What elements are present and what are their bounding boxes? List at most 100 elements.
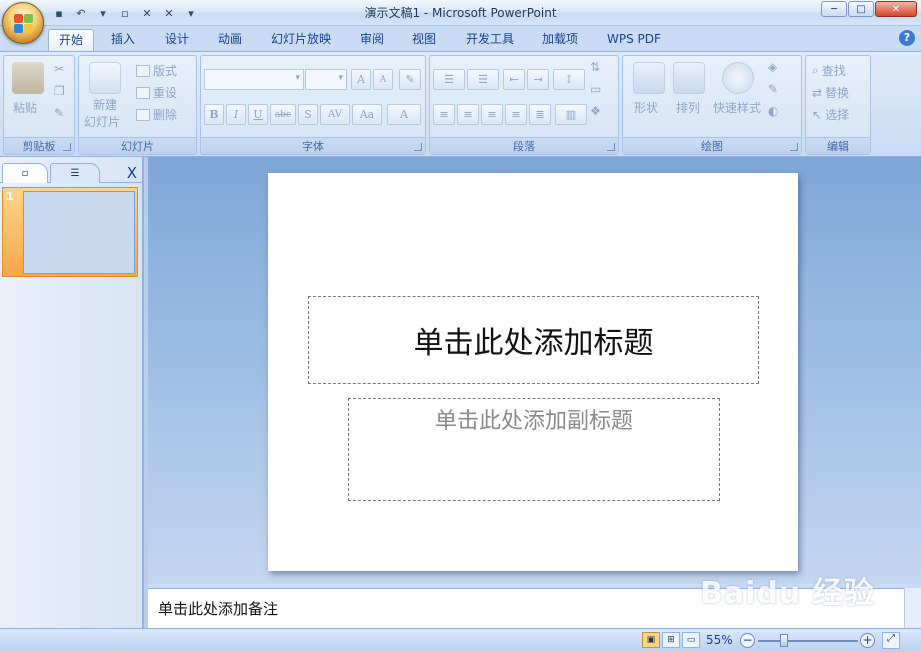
tab-wps-pdf[interactable]: WPS PDF <box>597 29 671 51</box>
new-slide-label-1[interactable]: 新建 <box>93 96 117 113</box>
align-center-icon[interactable]: ≡ <box>457 104 479 125</box>
baidu-watermark: Baidu 经验 jingyan.baidu.com <box>700 560 910 620</box>
bullets-icon[interactable]: ☰ <box>433 69 465 90</box>
find-icon: ⌕ <box>812 63 819 77</box>
distribute-icon[interactable]: ≣ <box>529 104 551 125</box>
bold-button[interactable]: B <box>204 104 224 125</box>
find-label: 查找 <box>821 64 846 78</box>
tab-design[interactable]: 设计 <box>155 29 199 51</box>
subtitle-placeholder[interactable]: 单击此处添加副标题 <box>348 398 720 501</box>
select-label: 选择 <box>825 108 850 122</box>
slide-editing-area: 单击此处添加标题 单击此处添加副标题 <box>148 157 921 584</box>
cut-icon[interactable]: ✂ <box>54 62 64 76</box>
shapes-button[interactable]: 形状 <box>634 99 658 116</box>
clear-format-icon[interactable]: ✎ <box>399 69 421 90</box>
quick-styles-button[interactable]: 快速样式 <box>713 99 761 116</box>
group-label-editing: 编辑 <box>806 137 870 154</box>
grow-font-button[interactable]: A <box>351 69 371 90</box>
slide-thumbnail-selected[interactable]: 1 <box>2 187 138 277</box>
replace-label: 替换 <box>825 86 850 100</box>
italic-button[interactable]: I <box>226 104 246 125</box>
select-button[interactable]: ↖ 选择 <box>812 106 849 123</box>
reset-button[interactable]: 重设 <box>136 84 177 101</box>
close-button[interactable]: ✕ <box>875 1 917 17</box>
reset-label: 重设 <box>153 86 178 100</box>
align-left-icon[interactable]: ≡ <box>433 104 455 125</box>
justify-icon[interactable]: ≡ <box>505 104 527 125</box>
fit-to-window-icon[interactable]: ⤢ <box>882 632 900 649</box>
shape-fill-icon[interactable]: ◈ <box>768 60 777 74</box>
increase-indent-icon[interactable]: ⇥ <box>527 69 549 90</box>
group-font: A A ✎ B I U abc S AV Aa A 字体 <box>200 55 426 155</box>
tab-insert[interactable]: 插入 <box>101 29 145 51</box>
reset-icon <box>136 86 150 99</box>
office-button[interactable] <box>2 2 44 44</box>
align-text-icon[interactable]: ▭ <box>590 82 601 96</box>
underline-button[interactable]: U <box>248 104 268 125</box>
close-panel-button[interactable]: X <box>127 164 137 182</box>
numbering-icon[interactable]: ☰ <box>467 69 499 90</box>
zoom-out-icon[interactable]: − <box>740 633 755 648</box>
font-name-select[interactable] <box>204 69 304 90</box>
paste-button[interactable]: 粘贴 <box>13 99 37 116</box>
find-button[interactable]: ⌕ 查找 <box>812 62 846 79</box>
shape-effects-icon[interactable]: ◐ <box>768 104 778 118</box>
new-slide-label-2[interactable]: 幻灯片 <box>84 113 120 130</box>
tab-view[interactable]: 视图 <box>402 29 446 51</box>
slides-tab[interactable]: ▫ <box>2 163 48 183</box>
char-spacing-button[interactable]: AV <box>320 104 350 125</box>
zoom-level[interactable]: 55% <box>706 633 733 647</box>
tab-animation[interactable]: 动画 <box>208 29 252 51</box>
paragraph-launcher-icon[interactable] <box>607 143 615 151</box>
line-spacing-icon[interactable]: ↕ <box>553 69 585 90</box>
font-launcher-icon[interactable] <box>414 143 422 151</box>
text-direction-icon[interactable]: ⇅ <box>590 60 600 74</box>
shape-outline-icon[interactable]: ✎ <box>768 82 778 96</box>
delete-button[interactable]: 删除 <box>136 106 177 123</box>
font-color-button[interactable]: A <box>387 104 421 125</box>
shrink-font-button[interactable]: A <box>373 69 393 90</box>
arrange-button[interactable]: 排列 <box>676 99 700 116</box>
tab-addins[interactable]: 加载项 <box>532 29 588 51</box>
strikethrough-button[interactable]: abc <box>270 104 296 125</box>
title-placeholder[interactable]: 单击此处添加标题 <box>308 296 759 384</box>
zoom-slider[interactable] <box>758 640 858 642</box>
zoom-slider-thumb[interactable] <box>780 634 788 647</box>
arrange-icon <box>673 62 705 94</box>
new-slide-icon <box>89 62 121 94</box>
replace-button[interactable]: ⇄ 替换 <box>812 84 849 101</box>
normal-view-icon[interactable]: ▣ <box>642 632 660 648</box>
tab-slideshow[interactable]: 幻灯片放映 <box>261 29 341 51</box>
copy-icon[interactable]: ❐ <box>54 84 65 98</box>
zoom-in-icon[interactable]: + <box>860 633 875 648</box>
clipboard-launcher-icon[interactable] <box>63 143 71 151</box>
replace-icon: ⇄ <box>812 85 823 100</box>
align-right-icon[interactable]: ≡ <box>481 104 503 125</box>
layout-label: 版式 <box>153 64 178 78</box>
maximize-button[interactable]: □ <box>848 1 874 17</box>
decrease-indent-icon[interactable]: ⇤ <box>503 69 525 90</box>
slides-panel: ▫ ☰ X 1 <box>0 157 143 628</box>
outline-tab[interactable]: ☰ <box>50 163 100 183</box>
help-icon[interactable]: ? <box>899 30 915 46</box>
drawing-launcher-icon[interactable] <box>790 143 798 151</box>
tab-home[interactable]: 开始 <box>48 29 95 51</box>
layout-button[interactable]: 版式 <box>136 62 177 79</box>
minimize-button[interactable]: ─ <box>821 1 847 17</box>
columns-icon[interactable]: ▥ <box>555 104 587 125</box>
smartart-icon[interactable]: ❖ <box>590 104 601 118</box>
font-size-select[interactable] <box>305 69 347 90</box>
ribbon-tabs: 开始 插入 设计 动画 幻灯片放映 审阅 视图 开发工具 加载项 WPS PDF… <box>0 26 921 51</box>
slide-sorter-icon[interactable]: ⊞ <box>662 632 680 648</box>
group-paragraph: ☰ ☰ ⇤ ⇥ ↕ ⇅ ▭ ≡ ≡ ≡ ≡ ≣ ▥ ❖ 段落 <box>429 55 619 155</box>
watermark-url: jingyan.baidu.com <box>760 604 862 617</box>
shadow-button[interactable]: S <box>298 104 318 125</box>
status-bar: ▣ ⊞ ▭ 55% − + ⤢ <box>0 628 921 652</box>
slideshow-view-icon[interactable]: ▭ <box>682 632 700 648</box>
tab-review[interactable]: 审阅 <box>350 29 394 51</box>
change-case-button[interactable]: Aa <box>352 104 382 125</box>
group-editing: ⌕ 查找 ⇄ 替换 ↖ 选择 编辑 <box>805 55 871 155</box>
tab-developer[interactable]: 开发工具 <box>456 29 524 51</box>
format-painter-icon[interactable]: ✎ <box>54 106 64 120</box>
notes-placeholder[interactable]: 单击此处添加备注 <box>158 598 278 619</box>
